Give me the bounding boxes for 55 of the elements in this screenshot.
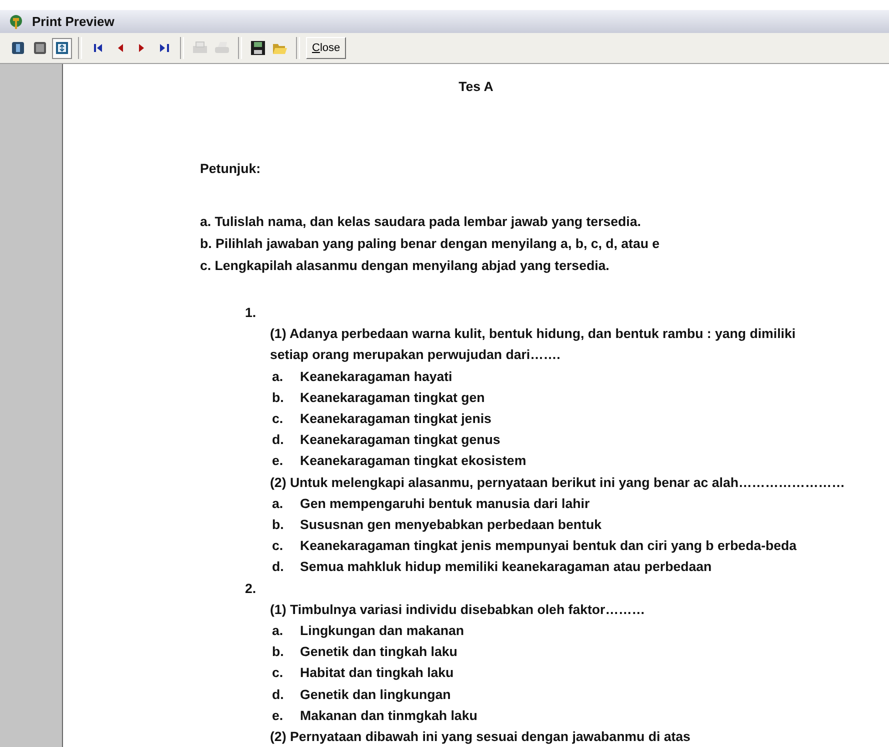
option-letter: d. (272, 558, 285, 576)
option-letter: a. (272, 622, 284, 640)
option-text: Keanekaragaman tingkat ekosistem (300, 452, 526, 470)
fit-page-icon (55, 41, 69, 55)
section-heading: Petunjuk: (200, 160, 262, 178)
option-letter: e. (272, 452, 284, 470)
option-letter: d. (272, 431, 285, 450)
first-page-icon (94, 43, 102, 53)
option-text: Keanekaragaman tingkat genus (300, 431, 500, 450)
option-letter: b. (272, 388, 285, 407)
document-title: Tes A (458, 78, 494, 96)
option-text: Keanekaragaman tingkat gen (300, 388, 485, 407)
instruction-text: b. Pilihlah jawaban yang paling benar dengan menyilang a, b, c, d, atau e (200, 235, 661, 253)
question-number: 1. (245, 304, 258, 322)
option-letter: c. (272, 664, 284, 682)
app-icon (8, 14, 24, 30)
option-letter: a. (272, 494, 284, 513)
option-text: Habitat dan tingkah laku (300, 664, 454, 682)
save-icon (251, 41, 265, 55)
option-letter: d. (272, 686, 285, 704)
option-letter: b. (272, 643, 285, 662)
option-text: Keanekaragaman tingkat jenis (300, 410, 492, 428)
option-text: Keanekaragaman tingkat jenis mempunyai bentuk dan ciri yang b erbeda-beda (300, 537, 797, 556)
question-number: 2. (245, 580, 258, 598)
question-text: setiap orang merupakan perwujudan dari……. (270, 346, 562, 364)
single-page-icon (11, 41, 25, 55)
option-letter: a. (272, 368, 284, 386)
close-button[interactable]: Close (306, 37, 346, 59)
open-folder-icon (272, 41, 288, 55)
instruction-text: a. Tulislah nama, dan kelas saudara pada lembar jawab yang tersedia. (200, 213, 642, 231)
option-text: Genetik dan tingkah laku (300, 643, 458, 662)
pages-icon (33, 41, 47, 55)
question-text: (2) Pernyataan dibawah ini yang sesuai dengan jawabanmu di atas (270, 728, 692, 746)
next-icon (139, 43, 145, 53)
option-text: Makanan dan tinmgkah laku (300, 706, 478, 725)
option-text: Genetik dan lingkungan (300, 686, 451, 704)
window-title: Print Preview (32, 14, 114, 29)
option-letter: e. (272, 706, 284, 725)
option-text: Semua mahkluk hidup memiliki keanekaragaman atau perbedaan (300, 558, 712, 576)
option-text: Keanekaragaman hayati (300, 368, 452, 386)
previous-icon (117, 43, 123, 53)
question-text: (2) Untuk melengkapi alasanmu, pernyataan berikut ini yang benar ac alah…………………… (270, 474, 846, 492)
option-text: Sususnan gen menyebabkan perbedaan bentuk (300, 516, 602, 534)
toolbar-button[interactable] (52, 38, 72, 58)
option-text: Lingkungan dan makanan (300, 622, 464, 640)
question-text: (1) Timbulnya variasi individu disebabkan oleh faktor……… (270, 600, 646, 619)
option-letter: c. (272, 537, 284, 556)
printer-setup-icon (192, 41, 208, 55)
option-text: Gen mempengaruhi bentuk manusia dari lahir (300, 494, 590, 513)
question-text: (1) Adanya perbedaan warna kulit, bentuk hidung, dan bentuk rambu : yang dimiliki (270, 325, 797, 344)
option-letter: b. (272, 516, 285, 534)
printer-icon (214, 41, 230, 55)
instruction-text: c. Lengkapilah alasanmu dengan menyilang abjad yang tersedia. (200, 257, 610, 275)
option-letter: c. (272, 410, 284, 428)
last-page-icon (160, 43, 168, 53)
